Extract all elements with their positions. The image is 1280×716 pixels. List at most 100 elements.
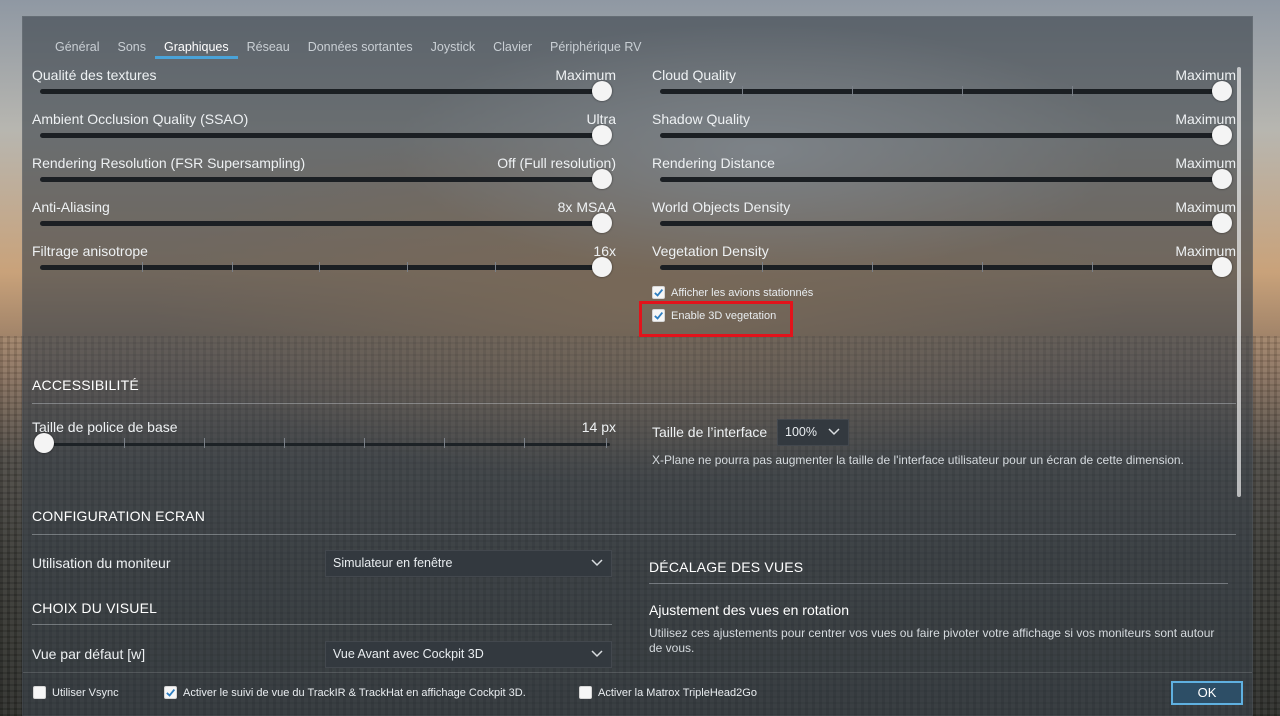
slider-label: World Objects Density <box>652 199 791 215</box>
slider-row-rendering-distance: Rendering Distance Maximum <box>652 155 1236 195</box>
checkbox-trackir[interactable]: Activer le suivi de vue du TrackIR & Tra… <box>164 686 526 699</box>
checkbox-label: Activer la Matrox TripleHead2Go <box>598 686 757 699</box>
slider-value: 8x MSAA <box>557 199 616 215</box>
tab-peripherique-rv[interactable]: Périphérique RV <box>541 39 651 59</box>
slider-tick <box>407 262 408 272</box>
checkbox-unchecked-icon[interactable] <box>579 686 592 699</box>
section-divider <box>32 624 612 625</box>
slider-label: Qualité des textures <box>32 67 157 83</box>
slider-value: Maximum <box>1175 243 1236 259</box>
ui-size-label: Taille de l’interface <box>652 424 768 440</box>
scrollbar[interactable] <box>1237 67 1241 497</box>
slider-value: Maximum <box>1175 155 1236 171</box>
slider-value: Maximum <box>1175 67 1236 83</box>
slider-track[interactable] <box>40 177 612 182</box>
slider-tick <box>444 438 445 448</box>
slider-row-anti-aliasing: Anti-Aliasing 8x MSAA <box>32 199 616 239</box>
default-view-label: Vue par défaut [w] <box>32 646 146 662</box>
settings-panel: Général Sons Graphiques Réseau Données s… <box>22 16 1253 716</box>
tab-sons[interactable]: Sons <box>108 39 155 59</box>
section-divider <box>649 583 1228 584</box>
default-view-value: Vue Avant avec Cockpit 3D <box>333 647 484 661</box>
settings-content: Qualité des textures Maximum Ambient Occ… <box>32 67 1237 672</box>
tab-bar: Général Sons Graphiques Réseau Données s… <box>46 39 651 59</box>
slider-tick <box>606 438 607 448</box>
slider-knob[interactable] <box>1212 81 1232 101</box>
slider-label: Shadow Quality <box>652 111 751 127</box>
slider-tick <box>852 86 853 96</box>
slider-row-ssao: Ambient Occlusion Quality (SSAO) Ultra <box>32 111 616 151</box>
monitor-usage-dropdown[interactable]: Simulateur en fenêtre <box>325 550 612 577</box>
chevron-down-icon <box>591 559 603 567</box>
slider-tick <box>872 262 873 272</box>
section-heading-screen-config: CONFIGURATION ECRAN <box>32 508 206 524</box>
slider-tick <box>495 262 496 272</box>
slider-label: Anti-Aliasing <box>32 199 110 215</box>
slider-row-vegetation-density: Vegetation Density Maximum <box>652 243 1236 283</box>
section-heading-view-offset: DÉCALAGE DES VUES <box>649 559 804 575</box>
monitor-usage-label: Utilisation du moniteur <box>32 555 171 571</box>
slider-tick <box>962 86 963 96</box>
checkbox-vsync[interactable]: Utiliser Vsync <box>33 686 119 699</box>
section-heading-visual-choice: CHOIX DU VISUEL <box>32 600 158 616</box>
slider-track[interactable] <box>40 89 612 94</box>
slider-tick <box>232 262 233 272</box>
tab-clavier[interactable]: Clavier <box>484 39 541 59</box>
slider-knob[interactable] <box>1212 125 1232 145</box>
checkbox-checked-icon[interactable] <box>652 286 665 299</box>
monitor-usage-value: Simulateur en fenêtre <box>333 556 453 570</box>
checkbox-label: Utiliser Vsync <box>52 686 119 699</box>
section-divider <box>32 403 1236 404</box>
slider-value: Maximum <box>1175 199 1236 215</box>
slider-knob[interactable] <box>1212 213 1232 233</box>
slider-label: Rendering Distance <box>652 155 775 171</box>
checkbox-unchecked-icon[interactable] <box>33 686 46 699</box>
slider-label: Ambient Occlusion Quality (SSAO) <box>32 111 249 127</box>
checkbox-checked-icon[interactable] <box>164 686 177 699</box>
slider-track[interactable] <box>660 133 1232 138</box>
slider-knob[interactable] <box>1212 257 1232 277</box>
highlight-box <box>639 301 793 337</box>
slider-tick <box>982 262 983 272</box>
chevron-down-icon <box>828 428 840 436</box>
slider-track[interactable] <box>660 177 1232 182</box>
slider-knob[interactable] <box>592 257 612 277</box>
view-offset-description: Utilisez ces ajustements pour centrer vo… <box>649 626 1215 655</box>
slider-track[interactable] <box>660 265 1232 270</box>
ok-button[interactable]: OK <box>1171 681 1243 705</box>
checkbox-label: Activer le suivi de vue du TrackIR & Tra… <box>183 686 526 699</box>
footer-divider <box>23 672 1252 673</box>
slider-knob[interactable] <box>592 213 612 233</box>
slider-knob[interactable] <box>592 81 612 101</box>
slider-label: Cloud Quality <box>652 67 737 83</box>
slider-tick <box>319 262 320 272</box>
slider-tick <box>364 438 365 448</box>
slider-track[interactable] <box>660 221 1232 226</box>
ui-size-dropdown[interactable]: 100% <box>777 419 849 446</box>
checkbox-parked-aircraft[interactable]: Afficher les avions stationnés <box>652 286 813 299</box>
tab-reseau[interactable]: Réseau <box>238 39 299 59</box>
slider-knob[interactable] <box>1212 169 1232 189</box>
default-view-dropdown[interactable]: Vue Avant avec Cockpit 3D <box>325 641 612 668</box>
slider-tick <box>742 86 743 96</box>
slider-row-rendering-resolution: Rendering Resolution (FSR Supersampling)… <box>32 155 616 195</box>
tab-joystick[interactable]: Joystick <box>422 39 484 59</box>
ui-size-note: X-Plane ne pourra pas augmenter la taill… <box>652 453 1184 467</box>
slider-track[interactable] <box>40 265 612 270</box>
slider-row-anisotropic: Filtrage anisotrope 16x <box>32 243 616 283</box>
slider-knob[interactable] <box>592 169 612 189</box>
slider-knob[interactable] <box>592 125 612 145</box>
slider-tick <box>762 262 763 272</box>
slider-value: Maximum <box>555 67 616 83</box>
section-heading-accessibility: ACCESSIBILITÉ <box>32 377 139 393</box>
slider-track[interactable] <box>40 133 612 138</box>
tab-general[interactable]: Général <box>46 39 108 59</box>
tab-graphiques[interactable]: Graphiques <box>154 39 238 59</box>
section-divider <box>32 534 1236 535</box>
slider-tick <box>524 438 525 448</box>
tab-donnees-sortantes[interactable]: Données sortantes <box>299 39 422 59</box>
slider-track[interactable] <box>40 221 612 226</box>
slider-track[interactable] <box>660 89 1232 94</box>
checkbox-matrox[interactable]: Activer la Matrox TripleHead2Go <box>579 686 757 699</box>
slider-knob[interactable] <box>34 433 54 453</box>
